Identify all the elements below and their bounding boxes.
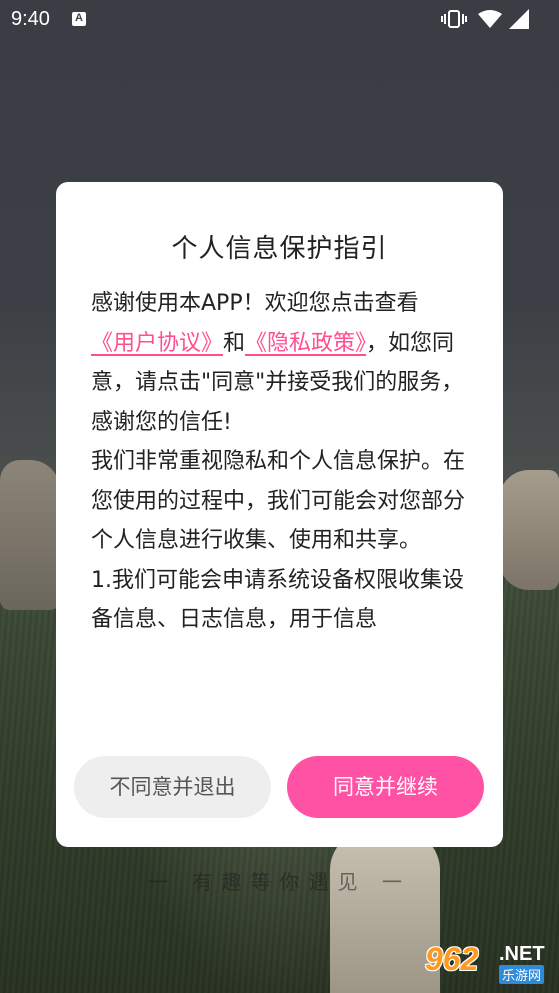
notification-a-icon — [72, 12, 86, 26]
decline-exit-button[interactable]: 不同意并退出 — [74, 756, 271, 818]
vibrate-icon — [441, 10, 467, 28]
background-figure-bottom — [330, 830, 440, 993]
dialog-body[interactable]: 感谢使用本APP！欢迎您点击查看 《用户协议》和《隐私政策》，如您同意，请点击"… — [91, 284, 475, 704]
tagline: 一 有趣等你遇见 一 — [148, 870, 411, 894]
intro-text: 感谢使用本APP！欢迎您点击查看 — [91, 291, 419, 316]
paragraph-permissions: 1.我们可能会申请系统设备权限收集设备信息、日志信息，用于信息 — [91, 567, 464, 633]
status-bar: 9:40 — [0, 0, 559, 40]
accept-continue-button[interactable]: 同意并继续 — [287, 756, 484, 818]
joiner-text: 和 — [223, 330, 246, 356]
background-figure-left — [0, 460, 60, 610]
user-agreement-link[interactable]: 《用户协议》 — [91, 331, 223, 356]
watermark-suffix: .NET — [499, 943, 545, 965]
status-time: 9:40 — [11, 8, 50, 30]
signal-icon — [509, 9, 529, 29]
privacy-dialog: 个人信息保护指引 感谢使用本APP！欢迎您点击查看 《用户协议》和《隐私政策》，… — [56, 182, 503, 847]
privacy-policy-link[interactable]: 《隐私政策》 — [245, 331, 366, 356]
background-figure-right — [499, 470, 559, 590]
watermark-site-name: 乐游网 — [499, 965, 545, 984]
site-watermark-logo: 962 .NET 乐游网 — [425, 941, 553, 987]
watermark-number: 962 — [425, 941, 479, 977]
paragraph-privacy: 我们非常重视隐私和个人信息保护。在您使用的过程中，我们可能会对您部分个人信息进行… — [91, 449, 466, 553]
wifi-icon — [478, 10, 502, 28]
dialog-title: 个人信息保护指引 — [171, 234, 388, 264]
